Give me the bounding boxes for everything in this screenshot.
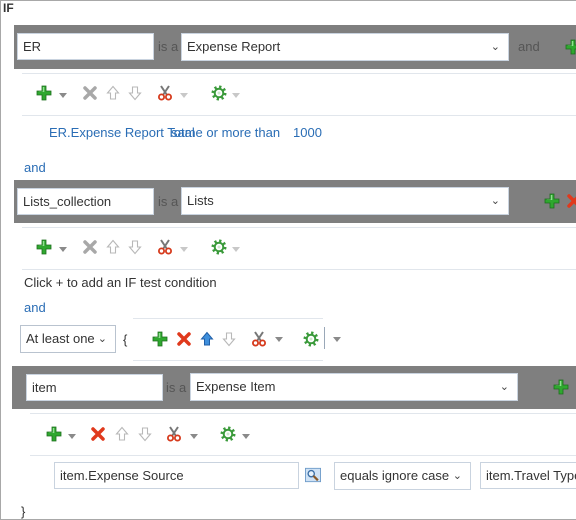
divider xyxy=(22,227,576,228)
caret-down-icon[interactable] xyxy=(180,247,188,252)
condition-operator[interactable]: same or more than xyxy=(171,125,280,140)
quantifier-select[interactable]: At least one ⌄ xyxy=(20,325,116,353)
caret-down-icon[interactable] xyxy=(59,247,67,252)
caret-down-icon[interactable] xyxy=(68,434,76,439)
arrow-down-icon[interactable] xyxy=(221,331,237,347)
variable-input[interactable]: item xyxy=(26,374,163,401)
scissors-icon[interactable] xyxy=(157,239,173,255)
and-label: and xyxy=(518,39,540,54)
arrow-down-icon[interactable] xyxy=(137,426,153,442)
and-connector[interactable]: and xyxy=(24,300,46,315)
condition-right[interactable]: 1000 xyxy=(293,125,322,140)
condition-left-input[interactable]: item.Expense Source xyxy=(54,462,299,489)
caret-down-icon[interactable] xyxy=(242,434,250,439)
plus-icon[interactable] xyxy=(36,239,52,255)
divider xyxy=(30,455,576,456)
arrow-up-icon[interactable] xyxy=(105,239,121,255)
x-icon[interactable] xyxy=(90,426,106,442)
gear-icon[interactable] xyxy=(303,331,319,347)
x-icon[interactable] xyxy=(176,331,192,347)
fact-type-value: Expense Report xyxy=(187,39,281,54)
arrow-up-icon[interactable] xyxy=(114,426,130,442)
open-brace: { xyxy=(123,332,128,347)
chevron-down-icon: ⌄ xyxy=(490,41,500,53)
quantifier-value: At least one xyxy=(26,331,95,346)
caret-down-icon[interactable] xyxy=(275,337,283,342)
plus-icon[interactable] xyxy=(565,39,576,55)
fact-type-value: Expense Item xyxy=(196,379,276,394)
is-a-label: is a xyxy=(166,380,187,395)
empty-condition-hint: Click + to add an IF test condition xyxy=(24,275,217,290)
gear-icon[interactable] xyxy=(211,239,227,255)
variable-input[interactable]: Lists_collection xyxy=(17,188,154,215)
divider xyxy=(22,73,576,74)
plus-icon[interactable] xyxy=(544,193,560,209)
divider xyxy=(22,269,576,270)
chevron-down-icon: ⌄ xyxy=(452,470,462,482)
toolbar-separator xyxy=(324,327,325,349)
caret-down-icon[interactable] xyxy=(180,93,188,98)
arrow-down-icon[interactable] xyxy=(127,85,143,101)
is-a-label: is a xyxy=(158,39,179,54)
and-connector[interactable]: and xyxy=(24,160,46,175)
caret-down-icon[interactable] xyxy=(59,93,67,98)
arrow-down-icon[interactable] xyxy=(127,239,143,255)
scissors-icon[interactable] xyxy=(251,331,267,347)
scissors-icon[interactable] xyxy=(166,426,182,442)
if-panel xyxy=(0,0,576,520)
gear-icon[interactable] xyxy=(220,426,236,442)
gear-icon[interactable] xyxy=(211,85,227,101)
fact-type-select[interactable]: Expense Item ⌄ xyxy=(190,373,518,401)
variable-input[interactable]: ER xyxy=(17,33,154,60)
plus-icon[interactable] xyxy=(36,85,52,101)
divider xyxy=(133,360,323,361)
condition-right-input[interactable]: item.Travel Type xyxy=(480,462,576,489)
plus-icon[interactable] xyxy=(46,426,62,442)
chevron-down-icon: ⌄ xyxy=(499,381,509,393)
x-icon[interactable] xyxy=(82,239,98,255)
if-heading: IF xyxy=(3,1,14,15)
caret-down-icon[interactable] xyxy=(333,337,341,342)
divider xyxy=(133,318,323,319)
operator-select[interactable]: equals ignore case ⌄ xyxy=(334,462,471,490)
caret-down-icon[interactable] xyxy=(232,93,240,98)
plus-icon[interactable] xyxy=(553,379,569,395)
caret-down-icon[interactable] xyxy=(190,434,198,439)
arrow-up-icon[interactable] xyxy=(105,85,121,101)
fact-type-value: Lists xyxy=(187,193,214,208)
chevron-down-icon: ⌄ xyxy=(490,195,500,207)
operator-value: equals ignore case xyxy=(340,468,450,483)
plus-icon[interactable] xyxy=(152,331,168,347)
fact-type-select[interactable]: Lists ⌄ xyxy=(181,187,509,215)
close-brace: } xyxy=(21,504,26,519)
is-a-label: is a xyxy=(158,194,179,209)
x-icon[interactable] xyxy=(566,193,576,209)
divider xyxy=(22,115,576,116)
caret-down-icon[interactable] xyxy=(232,247,240,252)
arrow-up-icon[interactable] xyxy=(199,331,215,347)
fact-type-select[interactable]: Expense Report ⌄ xyxy=(181,33,509,61)
search-icon[interactable] xyxy=(305,467,323,483)
x-icon[interactable] xyxy=(82,85,98,101)
chevron-down-icon: ⌄ xyxy=(97,333,107,345)
scissors-icon[interactable] xyxy=(157,85,173,101)
divider xyxy=(30,413,576,414)
